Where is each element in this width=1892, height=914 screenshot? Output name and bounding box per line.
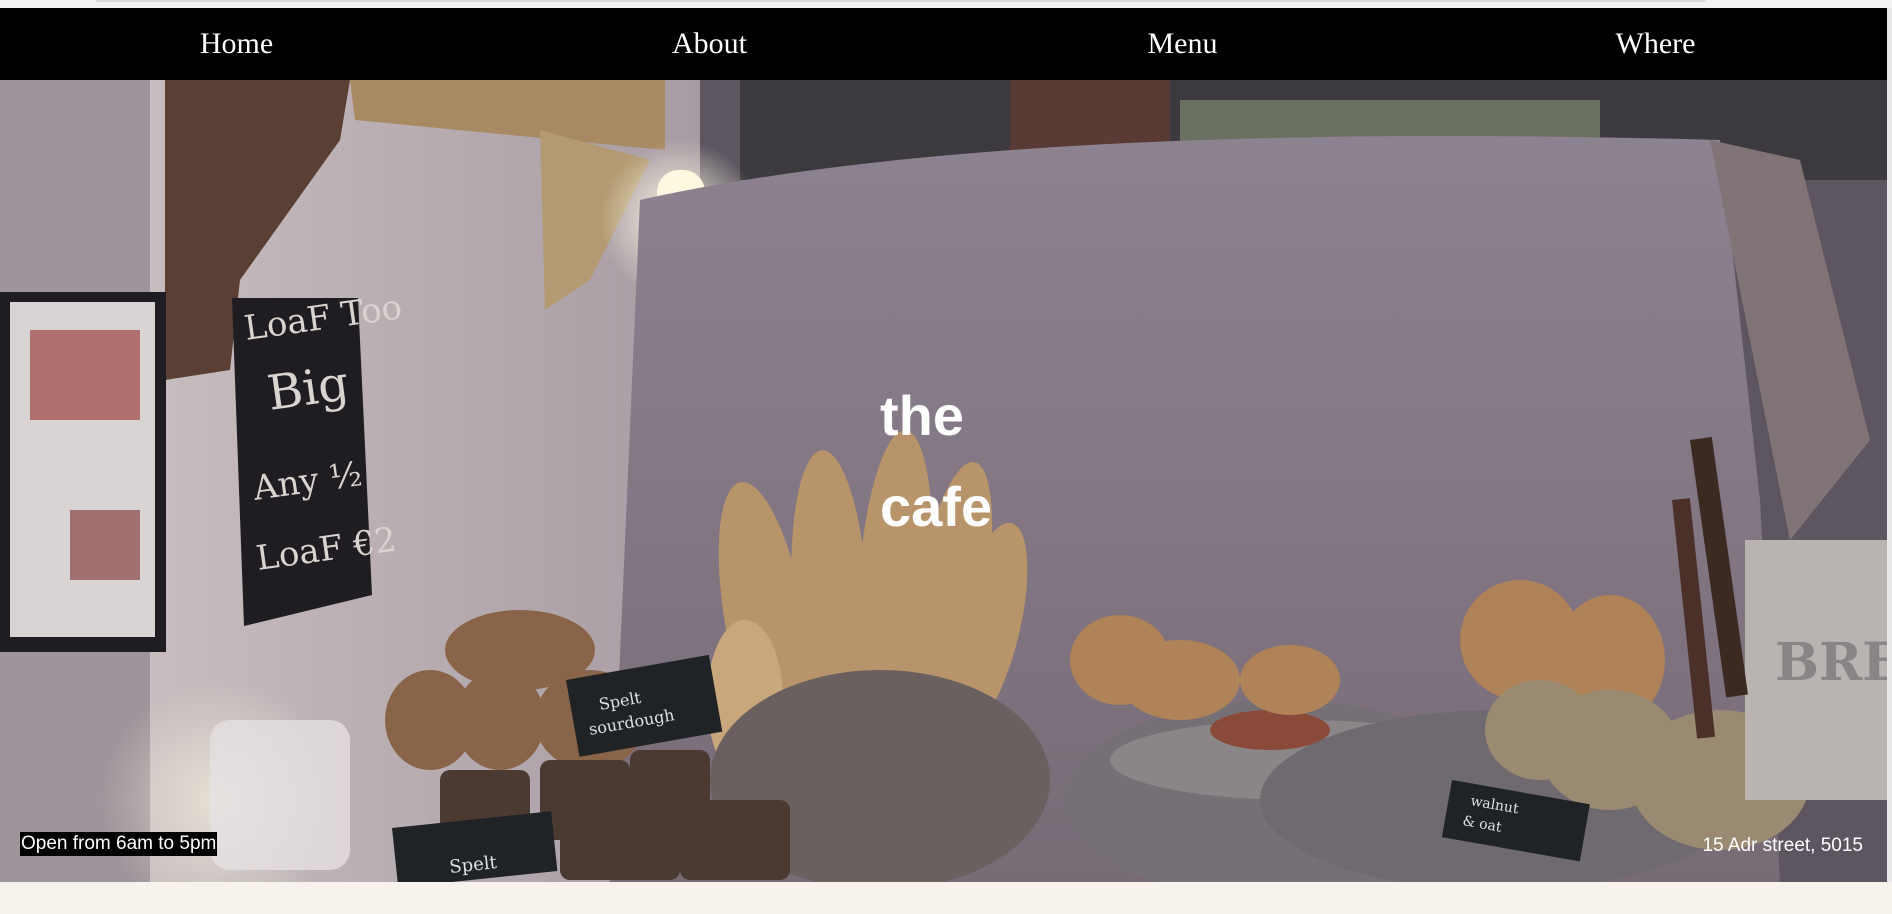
nav-item-about[interactable]: About	[473, 8, 946, 80]
hero-title: the cafe	[880, 370, 1080, 552]
opening-hours: Open from 6am to 5pm	[20, 832, 218, 856]
main-nav: Home About Menu Where	[0, 8, 1892, 80]
hero-title-line1: the	[880, 384, 964, 447]
hero-title-line2: cafe	[880, 475, 993, 538]
cafe-address: 15 Adr street, 5015	[1702, 835, 1863, 856]
browser-top-strip	[0, 0, 1892, 8]
oven-letters: BRE	[1775, 632, 1887, 693]
nav-item-home[interactable]: Home	[0, 8, 473, 80]
page-bottom	[0, 882, 1892, 914]
svg-text:Big: Big	[264, 355, 352, 422]
browser-bar-edge	[96, 0, 1706, 2]
page-scrollbar[interactable]	[1887, 8, 1892, 882]
hero-banner: LoaF Too Big Any ½ LoaF €2 Spelt sourdou…	[0, 80, 1887, 882]
nav-item-menu[interactable]: Menu	[946, 8, 1419, 80]
nav-item-where[interactable]: Where	[1419, 8, 1892, 80]
